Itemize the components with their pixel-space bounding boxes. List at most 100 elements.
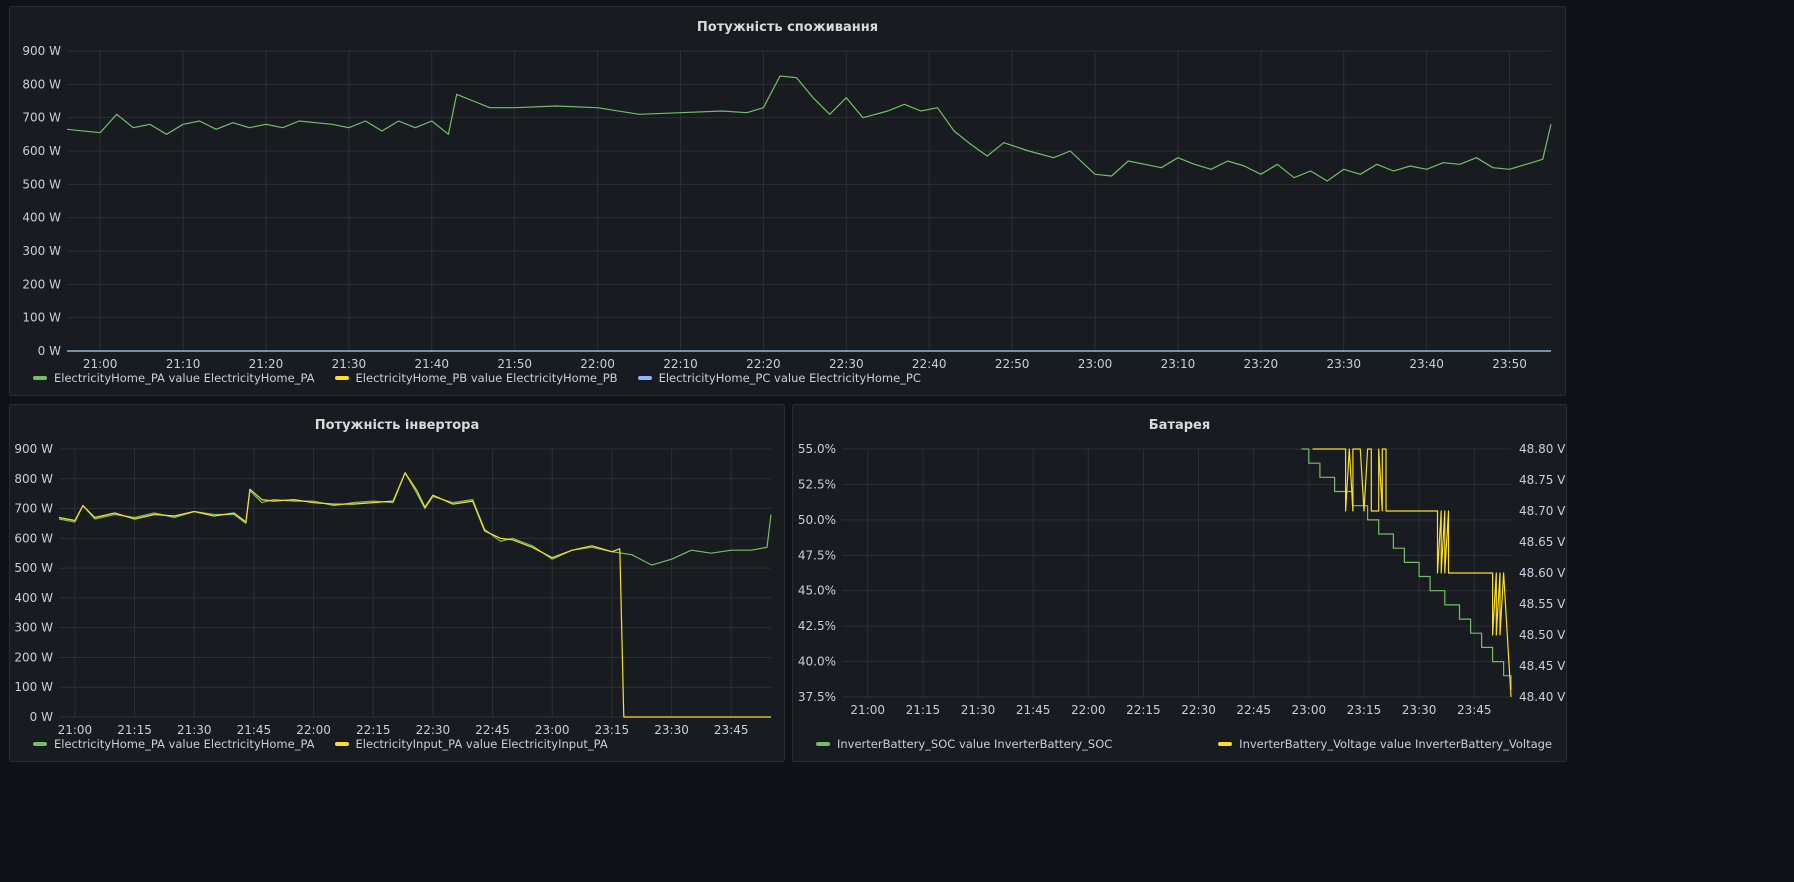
y-tick-label: 600 W bbox=[14, 531, 53, 545]
y-tick-label: 47.5% bbox=[798, 548, 836, 562]
x-tick-label: 21:20 bbox=[249, 357, 284, 371]
legend-item[interactable]: ElectricityHome_PA value ElectricityHome… bbox=[33, 737, 315, 751]
y-tick-label: 400 W bbox=[14, 591, 53, 605]
y-tick-label-right: 48.45 V bbox=[1519, 659, 1566, 673]
x-tick-label: 21:15 bbox=[906, 703, 941, 717]
x-tick-label: 21:15 bbox=[117, 723, 152, 737]
y-tick-label: 45.0% bbox=[798, 584, 836, 598]
y-tick-label-right: 48.80 V bbox=[1519, 442, 1566, 456]
chart-legend: ElectricityHome_PA value ElectricityHome… bbox=[33, 737, 608, 751]
legend-label: ElectricityHome_PC value ElectricityHome… bbox=[658, 371, 921, 385]
x-tick-label: 23:30 bbox=[654, 723, 689, 737]
legend-swatch bbox=[334, 742, 349, 746]
x-tick-label: 22:30 bbox=[416, 723, 451, 737]
x-tick-label: 21:10 bbox=[166, 357, 201, 371]
y-tick-label: 800 W bbox=[14, 472, 53, 486]
legend-item[interactable]: ElectricityHome_PB value ElectricityHome… bbox=[334, 371, 618, 385]
legend-item[interactable]: ElectricityHome_PA value ElectricityHome… bbox=[33, 371, 315, 385]
legend-swatch bbox=[1218, 742, 1233, 746]
legend-label: ElectricityHome_PB value ElectricityHome… bbox=[355, 371, 618, 385]
y-tick-label: 55.0% bbox=[798, 442, 836, 456]
y-tick-label: 100 W bbox=[22, 311, 61, 325]
x-tick-label: 23:50 bbox=[1492, 357, 1527, 371]
legend-swatch bbox=[637, 376, 652, 380]
x-tick-label: 23:45 bbox=[1457, 703, 1492, 717]
y-tick-label: 600 W bbox=[22, 144, 61, 158]
legend-item[interactable]: InverterBattery_SOC value InverterBatter… bbox=[816, 737, 1112, 751]
y-tick-label: 0 W bbox=[38, 344, 61, 358]
y-tick-label: 900 W bbox=[14, 442, 53, 456]
y-tick-label-right: 48.70 V bbox=[1519, 504, 1566, 518]
series-line bbox=[1301, 448, 1512, 690]
panel-consumption-power: Потужність споживання 0 W 100 W 200 W 300 W… bbox=[9, 6, 1566, 396]
legend-swatch bbox=[816, 742, 830, 746]
x-tick-label: 22:45 bbox=[475, 723, 510, 737]
y-tick-label: 52.5% bbox=[798, 477, 836, 491]
y-tick-label: 500 W bbox=[22, 177, 61, 191]
y-tick-label-right: 48.40 V bbox=[1519, 690, 1566, 704]
legend-item[interactable]: ElectricityInput_PA value ElectricityInp… bbox=[334, 737, 608, 751]
legend-swatch bbox=[33, 376, 47, 380]
y-tick-label: 200 W bbox=[14, 650, 53, 664]
x-tick-label: 23:30 bbox=[1326, 357, 1361, 371]
x-tick-label: 21:45 bbox=[1016, 703, 1051, 717]
legend-swatch bbox=[334, 376, 349, 380]
x-tick-label: 22:10 bbox=[663, 357, 698, 371]
y-tick-label: 700 W bbox=[22, 111, 61, 125]
legend-label: ElectricityInput_PA value ElectricityInp… bbox=[355, 737, 608, 751]
panel-battery: Батарея 37.5% 40.0% 42.5% 45.0% 47.5% 50.0% 52… bbox=[792, 404, 1567, 762]
series-line bbox=[66, 75, 1552, 182]
y-tick-label: 100 W bbox=[14, 680, 53, 694]
x-tick-label: 21:40 bbox=[414, 357, 449, 371]
x-tick-label: 21:30 bbox=[961, 703, 996, 717]
x-tick-label: 22:50 bbox=[995, 357, 1030, 371]
legend-label: ElectricityHome_PA value ElectricityHome… bbox=[54, 371, 315, 385]
x-tick-label: 22:45 bbox=[1236, 703, 1271, 717]
legend-swatch bbox=[33, 742, 47, 746]
y-tick-label: 300 W bbox=[22, 244, 61, 258]
x-tick-label: 23:40 bbox=[1409, 357, 1444, 371]
x-tick-label: 23:45 bbox=[714, 723, 749, 737]
x-tick-label: 23:30 bbox=[1402, 703, 1437, 717]
y-tick-label-right: 48.55 V bbox=[1519, 597, 1566, 611]
y-tick-label: 37.5% bbox=[798, 690, 836, 704]
x-tick-label: 23:00 bbox=[535, 723, 570, 737]
panel-inverter-power: Потужність інвертора 0 W 100 W 200 W 300 W4… bbox=[9, 404, 785, 762]
series-line bbox=[1312, 448, 1512, 698]
x-tick-label: 22:40 bbox=[912, 357, 947, 371]
y-tick-label: 700 W bbox=[14, 502, 53, 516]
legend-item[interactable]: InverterBattery_Voltage value InverterBa… bbox=[1218, 737, 1552, 751]
x-tick-label: 21:00 bbox=[58, 723, 93, 737]
chart-legend: InverterBattery_SOC value InverterBatter… bbox=[816, 737, 1552, 751]
x-tick-label: 22:15 bbox=[356, 723, 391, 737]
x-tick-label: 22:30 bbox=[829, 357, 864, 371]
x-tick-label: 22:30 bbox=[1181, 703, 1216, 717]
legend-item[interactable]: ElectricityHome_PC value ElectricityHome… bbox=[637, 371, 921, 385]
x-tick-label: 23:15 bbox=[595, 723, 630, 737]
x-tick-label: 23:00 bbox=[1078, 357, 1113, 371]
series-line bbox=[58, 472, 771, 718]
inverter-chart: 0 W 100 W 200 W 300 W 400 W 500 W 600 W 700 W 80… bbox=[14, 442, 772, 737]
battery-chart: 37.5% 40.0% 42.5% 45.0% 47.5% 50.0% 52.5% 55.0%… bbox=[798, 442, 1566, 717]
y-tick-label: 42.5% bbox=[798, 619, 836, 633]
y-tick-label: 0 W bbox=[30, 710, 53, 724]
x-tick-label: 21:30 bbox=[332, 357, 367, 371]
x-tick-label: 21:50 bbox=[497, 357, 532, 371]
consumption-chart: 0 W 100 W 200 W 300 W 400 W 500 W 600 W 700 W 80… bbox=[22, 44, 1552, 371]
x-tick-label: 22:00 bbox=[296, 723, 331, 737]
legend-label: InverterBattery_SOC value InverterBatter… bbox=[837, 737, 1113, 751]
x-tick-label: 21:30 bbox=[177, 723, 212, 737]
legend-label: InverterBattery_Voltage value InverterBa… bbox=[1239, 737, 1552, 751]
x-tick-label: 22:00 bbox=[580, 357, 615, 371]
y-tick-label: 300 W bbox=[14, 621, 53, 635]
x-tick-label: 23:00 bbox=[1292, 703, 1327, 717]
y-tick-label: 200 W bbox=[22, 277, 61, 291]
y-tick-label-right: 48.60 V bbox=[1519, 566, 1566, 580]
x-tick-label: 21:00 bbox=[83, 357, 118, 371]
x-tick-label: 22:00 bbox=[1071, 703, 1106, 717]
y-tick-label-right: 48.50 V bbox=[1519, 628, 1566, 642]
x-tick-label: 23:10 bbox=[1161, 357, 1196, 371]
y-tick-label-right: 48.75 V bbox=[1519, 473, 1566, 487]
y-tick-label: 40.0% bbox=[798, 655, 836, 669]
y-tick-label: 400 W bbox=[22, 211, 61, 225]
